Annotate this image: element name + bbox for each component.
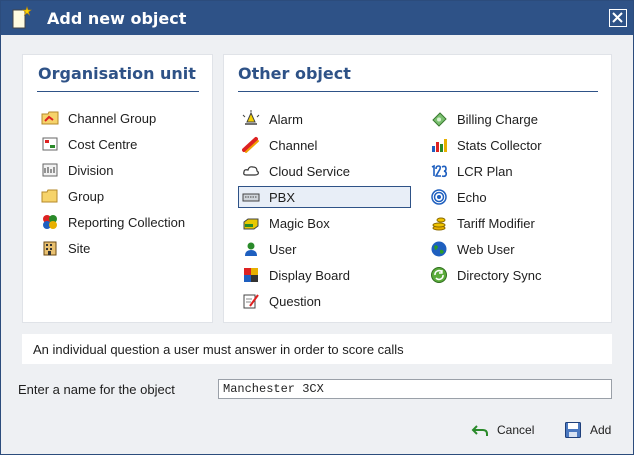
user-icon: [245, 242, 257, 256]
other-item-billing-charge[interactable]: Billing Charge: [426, 108, 599, 130]
cost-centre-icon: [42, 137, 58, 151]
other-item-pbx[interactable]: PBX: [238, 186, 411, 208]
question-icon: [243, 294, 259, 309]
other-item-label: Billing Charge: [457, 111, 538, 127]
organisation-unit-heading: Organisation unit: [38, 64, 196, 83]
cloud-icon: [243, 166, 259, 176]
other-item-user[interactable]: User: [238, 238, 411, 260]
other-item-label: Stats Collector: [457, 137, 542, 153]
org-item-label: Channel Group: [68, 110, 157, 126]
org-item-channel-group[interactable]: Channel Group: [37, 107, 157, 129]
folder-icon: [41, 189, 58, 203]
stats-collector-icon: [432, 139, 447, 152]
site-icon: [43, 241, 57, 256]
other-item-label: Alarm: [269, 111, 303, 127]
organisation-unit-panel: Organisation unit Channel Group Cost Cen…: [22, 54, 213, 323]
org-item-site[interactable]: Site: [37, 237, 91, 259]
channel-group-icon: [41, 111, 59, 125]
other-item-directory-sync[interactable]: Directory Sync: [426, 264, 599, 286]
add-button[interactable]: Add: [564, 419, 611, 441]
org-item-division[interactable]: Division: [37, 159, 115, 181]
web-user-icon: [431, 241, 447, 257]
cancel-button[interactable]: Cancel: [471, 419, 534, 441]
other-item-echo[interactable]: Echo: [426, 186, 599, 208]
add-object-dialog: Add new object Organisation unit Channel…: [0, 0, 634, 455]
billing-charge-icon: [432, 112, 447, 127]
heading-divider: [238, 91, 598, 92]
other-item-label: PBX: [269, 189, 296, 205]
other-item-label: Magic Box: [269, 215, 330, 231]
other-item-lcr-plan[interactable]: LCR Plan: [426, 160, 599, 182]
org-item-label: Reporting Collection: [68, 214, 186, 230]
object-name-input[interactable]: [218, 379, 612, 399]
save-disk-icon: [565, 422, 581, 438]
other-item-channel[interactable]: Channel: [238, 134, 411, 156]
other-item-label: Question: [269, 293, 322, 309]
division-icon: [42, 163, 58, 177]
undo-arrow-icon: [471, 425, 488, 436]
dialog-title: Add new object: [47, 9, 187, 28]
echo-icon: [431, 189, 447, 205]
other-item-label: LCR Plan: [457, 163, 513, 179]
other-item-label: Display Board: [269, 267, 350, 283]
close-button[interactable]: [609, 9, 627, 27]
channel-icon: [242, 137, 259, 153]
pbx-icon: [242, 193, 260, 202]
title-bar: Add new object: [1, 1, 633, 35]
new-document-icon: [12, 6, 32, 29]
org-item-group[interactable]: Group: [37, 185, 105, 207]
other-item-magic-box[interactable]: Magic Box: [238, 212, 411, 234]
org-item-cost-centre[interactable]: Cost Centre: [37, 133, 138, 155]
tariff-modifier-icon: [432, 217, 446, 231]
org-item-label: Site: [68, 240, 91, 256]
other-item-label: Web User: [457, 241, 515, 257]
other-item-label: Cloud Service: [269, 163, 350, 179]
object-name-label: Enter a name for the object: [18, 382, 175, 397]
other-object-heading: Other object: [238, 64, 351, 83]
add-label: Add: [590, 423, 612, 437]
object-description: An individual question a user must answe…: [33, 342, 404, 357]
magic-box-icon: [243, 218, 259, 230]
directory-sync-icon: [431, 267, 447, 283]
other-item-label: Tariff Modifier: [457, 215, 535, 231]
other-item-question[interactable]: Question: [238, 290, 411, 312]
other-object-panel: Other object Alarm Channel Cloud Service: [223, 54, 612, 323]
description-bar: An individual question a user must answe…: [22, 334, 612, 364]
reporting-collection-icon: [43, 215, 57, 229]
heading-divider: [37, 91, 199, 92]
display-board-icon: [244, 268, 258, 282]
other-item-label: Directory Sync: [457, 267, 542, 283]
other-item-tariff-modifier[interactable]: Tariff Modifier: [426, 212, 599, 234]
other-item-web-user[interactable]: Web User: [426, 238, 599, 260]
lcr-plan-icon: [431, 164, 448, 178]
org-item-label: Group: [68, 188, 105, 204]
other-item-label: Echo: [457, 189, 487, 205]
org-item-label: Cost Centre: [68, 136, 138, 152]
org-item-reporting-collection[interactable]: Reporting Collection: [37, 211, 186, 233]
org-item-label: Division: [68, 162, 114, 178]
other-item-alarm[interactable]: Alarm: [238, 108, 411, 130]
other-item-label: Channel: [269, 137, 318, 153]
other-item-stats-collector[interactable]: Stats Collector: [426, 134, 599, 156]
other-item-display-board[interactable]: Display Board: [238, 264, 411, 286]
cancel-label: Cancel: [497, 423, 535, 437]
other-item-cloud-service[interactable]: Cloud Service: [238, 160, 411, 182]
close-icon: [612, 12, 623, 23]
alarm-icon: [242, 110, 260, 125]
other-item-label: User: [269, 241, 297, 257]
